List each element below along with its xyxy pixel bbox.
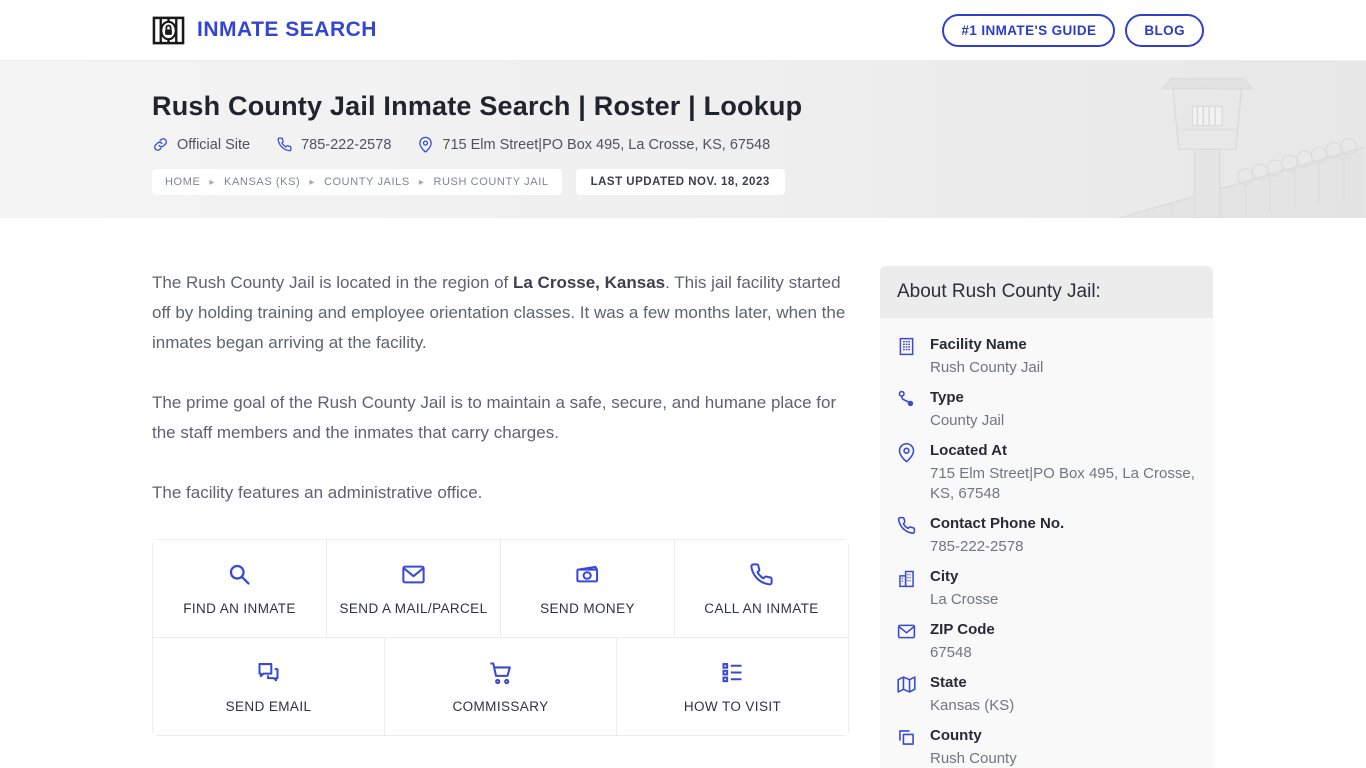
fact-located-at: Located At 715 Elm Street|PO Box 495, La… (896, 441, 1197, 504)
breadcrumb-current: RUSH COUNTY JAIL (433, 176, 549, 188)
chevron-right-icon: ▸ (209, 176, 216, 188)
how-to-visit-button[interactable]: HOW TO VISIT (616, 638, 848, 735)
send-mail-parcel-button[interactable]: SEND A MAIL/PARCEL (326, 540, 500, 637)
fact-zip-code: ZIP Code 67548 (896, 620, 1197, 663)
official-site-label: Official Site (177, 136, 251, 153)
actions-row-2: SEND EMAIL COMMISSARY HOW TO VISIT (153, 637, 848, 735)
fact-value: Rush County Jail (930, 359, 1044, 376)
breadcrumb: HOME ▸ KANSAS (KS) ▸ COUNTY JAILS ▸ RUSH… (152, 169, 562, 195)
route-icon (898, 390, 914, 407)
map-icon (897, 676, 916, 693)
shopping-cart-icon (489, 662, 511, 685)
envelope-icon (402, 565, 425, 584)
link-icon (154, 138, 167, 151)
call-an-inmate-button[interactable]: CALL AN INMATE (674, 540, 848, 637)
facility-meta-row: Official Site 785-222-2578 715 Elm Stree… (152, 136, 1366, 153)
fact-state: State Kansas (KS) (896, 673, 1197, 716)
breadcrumb-row: HOME ▸ KANSAS (KS) ▸ COUNTY JAILS ▸ RUSH… (152, 169, 1366, 195)
building-icon (899, 337, 914, 356)
chat-bubbles-icon (258, 663, 279, 682)
fact-county: County Rush County (896, 726, 1197, 768)
action-label: CALL AN INMATE (704, 601, 819, 616)
sidebar-facts: Facility Name Rush County Jail Type Coun… (880, 318, 1213, 768)
phone-icon (750, 563, 773, 586)
chevron-right-icon: ▸ (418, 176, 425, 188)
hero-banner: Rush County Jail Inmate Search | Roster … (0, 61, 1366, 218)
last-updated-badge: LAST UPDATED NOV. 18, 2023 (575, 169, 785, 195)
address-item: 715 Elm Street|PO Box 495, La Crosse, KS… (417, 136, 770, 153)
inmates-guide-button[interactable]: #1 INMATE'S GUIDE (942, 13, 1116, 47)
mail-icon (897, 624, 916, 639)
find-an-inmate-button[interactable]: FIND AN INMATE (153, 540, 326, 637)
goal-paragraph: The prime goal of the Rush County Jail i… (152, 393, 837, 442)
fact-label: County (930, 727, 982, 744)
fact-type: Type County Jail (896, 388, 1197, 431)
fact-value: County Jail (930, 412, 1005, 429)
fact-value: 67548 (930, 644, 972, 661)
banknote-icon (576, 565, 599, 583)
intro-paragraph: The Rush County Jail is located in the r… (152, 273, 846, 352)
blog-button[interactable]: BLOG (1125, 13, 1204, 47)
breadcrumb-county-jails[interactable]: COUNTY JAILS (324, 176, 410, 188)
brand-logo-link[interactable]: INMATE SEARCH (152, 14, 377, 47)
official-site-link[interactable]: Official Site (152, 136, 250, 153)
chevron-right-icon: ▸ (309, 176, 315, 188)
send-money-button[interactable]: SEND MONEY (500, 540, 674, 637)
fact-label: City (930, 568, 959, 585)
fact-contact-phone: Contact Phone No. 785-222-2578 (896, 514, 1197, 557)
fact-label: Facility Name (930, 336, 1027, 353)
location-bold: La Crosse, Kansas (512, 273, 666, 292)
fact-label: Located At (930, 442, 1007, 459)
send-email-button[interactable]: SEND EMAIL (153, 638, 384, 735)
map-pin-icon (898, 442, 915, 463)
phone-icon (897, 516, 916, 534)
actions-row-1: FIND AN INMATE SEND A MAIL/PARCEL SEND M… (153, 540, 848, 637)
action-label: HOW TO VISIT (683, 699, 782, 714)
main-layout: The Rush County Jail is located in the r… (0, 218, 1366, 768)
fact-label: ZIP Code (930, 621, 995, 638)
sidebar-title: About Rush County Jail: (880, 266, 1213, 318)
commissary-button[interactable]: COMMISSARY (384, 638, 616, 735)
action-label: SEND MONEY (540, 601, 635, 616)
overlap-squares-icon (899, 730, 914, 745)
fact-city: City La Crosse (896, 567, 1197, 610)
fact-value: Rush County (930, 750, 1017, 767)
breadcrumb-home[interactable]: HOME (165, 176, 200, 188)
address-text: 715 Elm Street|PO Box 495, La Crosse, KS… (442, 136, 771, 153)
nav-buttons: #1 INMATE'S GUIDE BLOG (942, 13, 1204, 47)
page-title: Rush County Jail Inmate Search | Roster … (152, 91, 803, 121)
fact-label: State (930, 674, 967, 691)
city-icon (899, 570, 914, 588)
checklist-icon (722, 663, 743, 683)
action-label: SEND EMAIL (225, 699, 312, 714)
action-label: SEND A MAIL/PARCEL (339, 601, 488, 616)
breadcrumb-state[interactable]: KANSAS (KS) (224, 176, 300, 188)
fact-value: 785-222-2578 (930, 538, 1024, 555)
search-icon (229, 564, 250, 585)
phone-link[interactable]: 785-222-2578 (276, 136, 391, 153)
action-links-grid: FIND AN INMATE SEND A MAIL/PARCEL SEND M… (152, 539, 849, 736)
features-paragraph: The facility features an administrative … (152, 483, 483, 502)
top-navigation: INMATE SEARCH #1 INMATE'S GUIDE BLOG (0, 0, 1366, 61)
map-pin-icon (419, 136, 433, 153)
phone-icon (277, 137, 292, 152)
fact-value: 715 Elm Street|PO Box 495, La Crosse, KS… (930, 465, 1195, 502)
phone-number: 785-222-2578 (301, 136, 392, 153)
fact-value: La Crosse (930, 591, 999, 608)
action-label: COMMISSARY (452, 699, 549, 714)
action-label: FIND AN INMATE (183, 601, 296, 616)
jail-bars-lock-icon (152, 16, 185, 44)
brand-name: INMATE SEARCH (197, 18, 377, 41)
article-content: The Rush County Jail is located in the r… (152, 218, 849, 768)
fact-label: Type (930, 389, 964, 406)
fact-facility-name: Facility Name Rush County Jail (896, 335, 1197, 378)
about-facility-sidebar: About Rush County Jail: Facility Name Ru… (880, 266, 1213, 768)
fact-value: Kansas (KS) (930, 697, 1015, 714)
fact-label: Contact Phone No. (930, 515, 1065, 532)
